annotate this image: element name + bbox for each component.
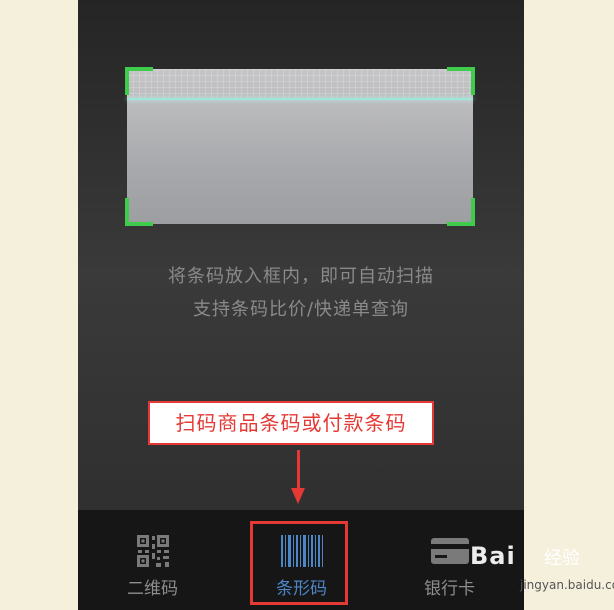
annotation-arrow-head (291, 488, 305, 504)
annotation-callout: 扫码商品条码或付款条码 (148, 401, 434, 445)
watermark-url: jingyan.baidu.com (520, 578, 614, 592)
scan-hint-secondary: 支持条码比价/快递单查询 (192, 299, 410, 320)
tab-label-qr-code: 二维码 (127, 579, 178, 599)
annotation-highlight-box (250, 521, 348, 605)
frame-corner-bottom-right (447, 198, 475, 226)
scan-grid (127, 69, 473, 99)
frame-corner-top-right (447, 67, 475, 95)
qr-code-icon (78, 534, 227, 568)
scan-line (127, 98, 473, 100)
baidu-jingyan-watermark: Bai 经验 jingyan.baidu.com (458, 534, 614, 604)
watermark-text: 经验 (544, 548, 580, 569)
watermark-logo: Bai (470, 542, 516, 570)
scan-hint-primary: 将条码放入框内，即可自动扫描 (168, 266, 434, 287)
tab-qr-code[interactable]: 二维码 (78, 510, 227, 610)
frame-corner-bottom-left (125, 198, 153, 226)
frame-corner-top-left (125, 67, 153, 95)
scan-frame (125, 67, 475, 226)
annotation-arrow-line (297, 450, 300, 490)
